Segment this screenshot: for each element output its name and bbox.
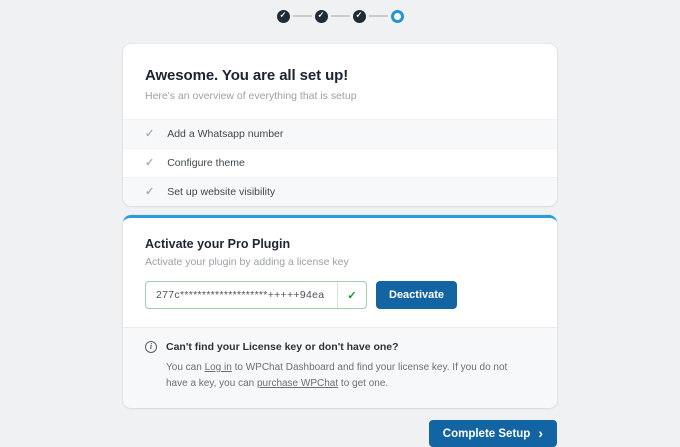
help-heading: Can't find your License key or don't hav… — [166, 341, 399, 353]
license-key-input[interactable] — [146, 282, 337, 308]
login-link[interactable]: Log in — [205, 362, 232, 373]
checklist-item-whatsapp: ✓ Add a Whatsapp number — [123, 119, 557, 148]
checklist-label: Configure theme — [167, 157, 245, 169]
deactivate-button[interactable]: Deactivate — [376, 281, 457, 309]
license-valid-indicator: ✓ — [337, 282, 366, 308]
summary-card: Awesome. You are all set up! Here's an o… — [123, 44, 557, 206]
purchase-wpchat-link[interactable]: purchase WPChat — [257, 378, 338, 389]
wizard-footer: Complete Setup › — [123, 420, 557, 447]
page-subtitle: Here's an overview of everything that is… — [145, 90, 535, 102]
check-icon: ✓ — [347, 289, 356, 302]
step-2-complete: ✓ — [315, 10, 328, 23]
complete-setup-label: Complete Setup — [443, 428, 531, 440]
checklist-item-visibility: ✓ Set up website visibility — [123, 177, 557, 206]
step-connector — [293, 15, 312, 17]
check-icon: ✓ — [145, 187, 154, 198]
license-key-row: ✓ Deactivate — [145, 281, 535, 309]
license-key-field-wrapper: ✓ — [145, 281, 367, 309]
checklist-item-theme: ✓ Configure theme — [123, 148, 557, 177]
check-icon: ✓ — [356, 12, 363, 20]
check-icon: ✓ — [145, 129, 154, 140]
license-card: Activate your Pro Plugin Activate your p… — [123, 215, 557, 408]
step-connector — [331, 15, 350, 17]
step-4-active — [391, 10, 404, 23]
check-icon: ✓ — [318, 12, 325, 20]
step-3-complete: ✓ — [353, 10, 366, 23]
help-body-text: You can Log in to WPChat Dashboard and f… — [166, 360, 511, 392]
chevron-right-icon: › — [538, 426, 543, 440]
step-connector — [369, 15, 388, 17]
license-card-title: Activate your Pro Plugin — [145, 237, 535, 251]
checklist-label: Set up website visibility — [167, 186, 275, 198]
check-icon: ✓ — [145, 158, 154, 169]
license-card-body: Activate your Pro Plugin Activate your p… — [123, 218, 557, 327]
check-icon: ✓ — [280, 12, 287, 20]
help-heading-row: i Can't find your License key or don't h… — [145, 341, 535, 353]
license-help-section: i Can't find your License key or don't h… — [123, 327, 557, 408]
complete-setup-button[interactable]: Complete Setup › — [429, 420, 557, 447]
checklist-label: Add a Whatsapp number — [167, 128, 283, 140]
page-title: Awesome. You are all set up! — [145, 67, 535, 84]
license-card-subtitle: Activate your plugin by adding a license… — [145, 256, 535, 268]
info-icon: i — [145, 341, 157, 353]
help-text: to get one. — [338, 378, 388, 389]
summary-header: Awesome. You are all set up! Here's an o… — [123, 44, 557, 119]
step-1-complete: ✓ — [277, 10, 290, 23]
help-text: You can — [166, 362, 205, 373]
setup-stepper: ✓ ✓ ✓ — [0, 0, 680, 23]
setup-wizard: Awesome. You are all set up! Here's an o… — [123, 44, 557, 447]
